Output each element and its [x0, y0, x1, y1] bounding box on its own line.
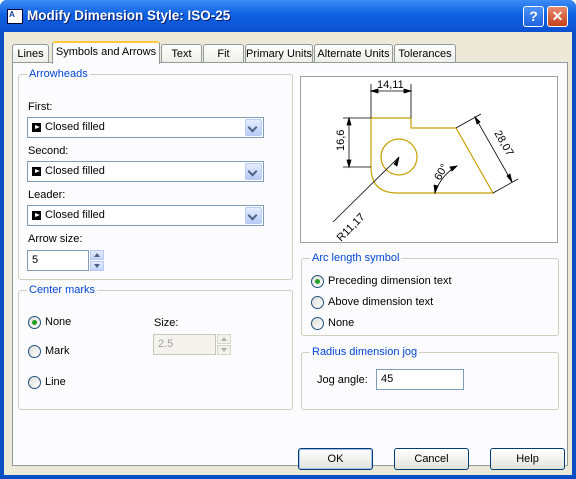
arc-above-label: Above dimension text [328, 296, 434, 308]
radio-unselected-icon [28, 376, 41, 389]
dialog-title: Modify Dimension Style: ISO-25 [27, 8, 231, 23]
cancel-button[interactable]: Cancel [394, 448, 469, 470]
closed-filled-arrow-icon [32, 211, 41, 220]
spin-down-icon[interactable] [90, 261, 104, 271]
help-button[interactable]: Help [490, 448, 565, 470]
arc-length-symbol-group: Arc length symbol Preceding dimension te… [301, 252, 559, 336]
center-mark-size-spinner[interactable] [217, 334, 231, 355]
arrow-size-spinner[interactable] [90, 250, 104, 271]
tab-fit[interactable]: Fit [203, 44, 244, 64]
center-marks-group-label: Center marks [27, 284, 98, 296]
jog-angle-label: Jog angle: [317, 374, 368, 386]
dialog-client-area: Lines Symbols and Arrows Text Fit Primar… [4, 32, 572, 475]
title-help-button[interactable]: ? [523, 6, 544, 27]
spin-up-icon[interactable] [217, 334, 231, 344]
jog-angle-input[interactable]: 45 [376, 369, 464, 390]
radio-unselected-icon [311, 317, 324, 330]
tab-alternate-units[interactable]: Alternate Units [314, 44, 393, 64]
second-arrowhead-value: Closed filled [45, 165, 105, 177]
radio-unselected-icon [311, 296, 324, 309]
preview-drawing: 14,11 16,6 28,07 60° R11,17 [332, 79, 519, 244]
radius-jog-group-label: Radius dimension jog [310, 346, 420, 358]
second-arrowhead-label: Second: [28, 145, 69, 157]
dimension-style-preview: 14,11 16,6 28,07 60° R11,17 [300, 76, 558, 244]
arrowheads-group: Arrowheads First: Closed filled Second: … [18, 68, 293, 280]
preview-dim-top: 14,11 [377, 79, 404, 91]
autocad-app-icon: A [7, 9, 23, 24]
spin-down-icon[interactable] [217, 345, 231, 355]
tab-symbols-and-arrows[interactable]: Symbols and Arrows [52, 41, 160, 64]
chevron-down-icon[interactable] [245, 207, 262, 224]
ok-button[interactable]: OK [298, 448, 373, 470]
center-mark-none-label: None [45, 316, 72, 328]
arc-length-symbol-group-label: Arc length symbol [310, 252, 402, 264]
center-mark-size-label: Size: [154, 317, 179, 329]
chevron-down-icon[interactable] [245, 119, 262, 136]
title-bar[interactable]: A Modify Dimension Style: ISO-25 ? ✕ [0, 0, 576, 32]
center-mark-size-input[interactable]: 2.5 [153, 334, 216, 355]
tab-text[interactable]: Text [161, 44, 202, 64]
preview-dim-left: 16,6 [335, 130, 347, 151]
first-arrowhead-select[interactable]: Closed filled [27, 117, 264, 138]
dialog-window: A Modify Dimension Style: ISO-25 ? ✕ Lin… [0, 0, 576, 479]
radio-unselected-icon [28, 345, 41, 358]
tab-tolerances[interactable]: Tolerances [394, 44, 456, 64]
second-arrowhead-select[interactable]: Closed filled [27, 161, 264, 182]
tab-primary-units[interactable]: Primary Units [245, 44, 313, 64]
arrow-size-input[interactable]: 5 [27, 250, 89, 271]
spin-up-icon[interactable] [90, 250, 104, 260]
preview-part-outline [370, 117, 495, 194]
first-arrowhead-label: First: [28, 101, 53, 113]
closed-filled-arrow-icon [32, 123, 41, 132]
arc-none-label: None [328, 317, 355, 329]
first-arrowhead-value: Closed filled [45, 121, 105, 133]
arrow-size-label: Arrow size: [28, 233, 83, 245]
title-close-button[interactable]: ✕ [547, 6, 568, 27]
arc-preceding-label: Preceding dimension text [328, 275, 452, 287]
leader-arrowhead-value: Closed filled [45, 209, 105, 221]
preview-dim-right: 28,07 [491, 129, 515, 159]
radius-jog-group: Radius dimension jog Jog angle: 45 [301, 346, 559, 410]
radio-selected-icon [311, 275, 324, 288]
closed-filled-arrow-icon [32, 167, 41, 176]
arrowheads-group-label: Arrowheads [27, 68, 90, 80]
chevron-down-icon[interactable] [245, 163, 262, 180]
preview-dim-angle: 60° [432, 162, 451, 182]
center-mark-line-label: Line [45, 376, 66, 388]
tab-lines[interactable]: Lines [12, 44, 49, 64]
center-mark-mark-label: Mark [45, 345, 70, 357]
radio-selected-icon [28, 316, 41, 329]
leader-arrowhead-select[interactable]: Closed filled [27, 205, 264, 226]
leader-arrowhead-label: Leader: [28, 189, 66, 201]
center-marks-group: Center marks None Mark Line Size: 2.5 [18, 284, 293, 410]
